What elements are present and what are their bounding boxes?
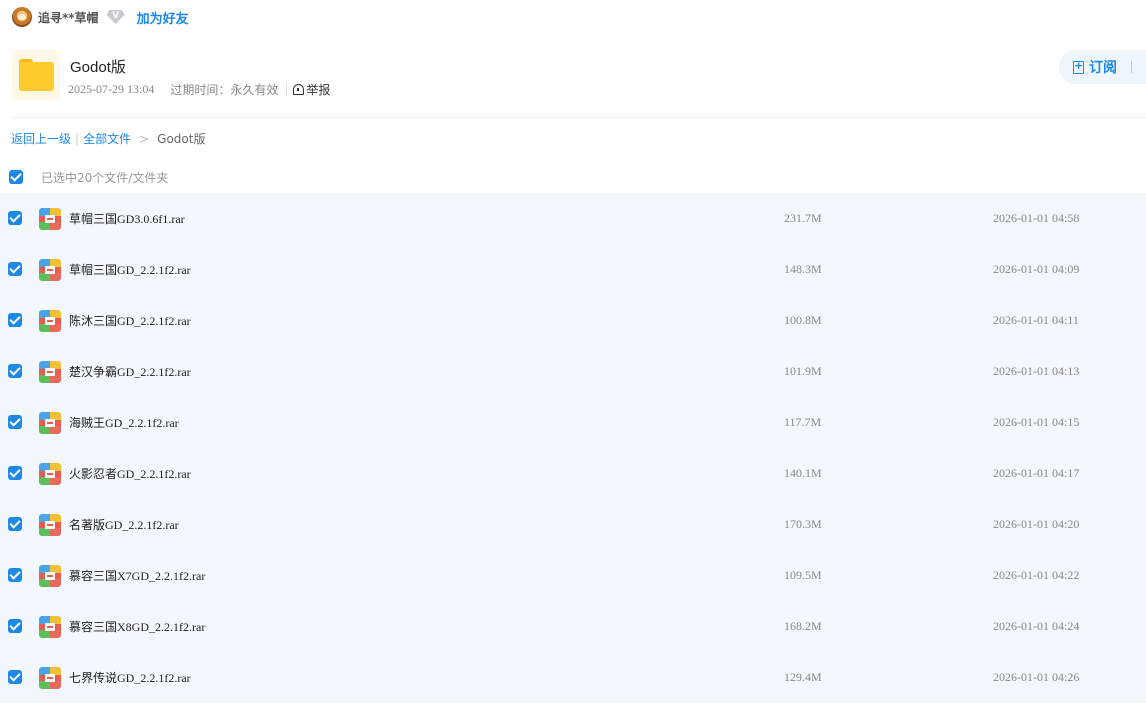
file-name[interactable]: 慕容三国X7GD_2.2.1f2.rar bbox=[69, 567, 205, 584]
row-checkbox[interactable] bbox=[8, 568, 22, 582]
file-size: 148.3M bbox=[784, 262, 822, 276]
file-name[interactable]: 楚汉争霸GD_2.2.1f2.rar bbox=[69, 363, 191, 380]
breadcrumb-current: Godot版 bbox=[157, 132, 206, 146]
file-size: 140.1M bbox=[784, 466, 822, 480]
rar-archive-icon bbox=[39, 667, 61, 689]
row-checkbox[interactable] bbox=[8, 466, 22, 480]
file-name[interactable]: 海贼王GD_2.2.1f2.rar bbox=[69, 414, 179, 431]
file-time: 2026-01-01 04:11 bbox=[993, 313, 1079, 327]
select-all-bar: 已选中20个文件/文件夹 bbox=[9, 166, 168, 188]
rar-archive-icon bbox=[39, 565, 61, 587]
rar-archive-icon bbox=[39, 514, 61, 536]
file-time: 2026-01-01 04:13 bbox=[993, 364, 1080, 378]
file-time: 2026-01-01 04:22 bbox=[993, 568, 1080, 582]
vip-diamond-icon: V bbox=[106, 10, 125, 24]
file-size: 170.3M bbox=[784, 517, 822, 531]
row-checkbox[interactable] bbox=[8, 262, 22, 276]
row-checkbox[interactable] bbox=[8, 211, 22, 225]
file-row[interactable]: 草帽三国GD_2.2.1f2.rar 148.3M 2026-01-01 04:… bbox=[0, 244, 1146, 295]
rar-archive-icon bbox=[39, 361, 61, 383]
file-size: 231.7M bbox=[784, 211, 822, 225]
file-row[interactable]: 楚汉争霸GD_2.2.1f2.rar 101.9M 2026-01-01 04:… bbox=[0, 346, 1146, 397]
share-meta: 2025-07-29 13:04 过期时间：永久有效 举报 bbox=[68, 81, 330, 98]
file-row[interactable]: 海贼王GD_2.2.1f2.rar 117.7M 2026-01-01 04:1… bbox=[0, 397, 1146, 448]
file-time: 2026-01-01 04:24 bbox=[993, 619, 1080, 633]
user-avatar[interactable] bbox=[12, 7, 32, 27]
file-row[interactable]: 名著版GD_2.2.1f2.rar 170.3M 2026-01-01 04:2… bbox=[0, 499, 1146, 550]
subscribe-divider bbox=[1131, 61, 1132, 73]
rar-archive-icon bbox=[39, 208, 61, 230]
subscribe-label: 订阅 bbox=[1089, 60, 1117, 76]
file-time: 2026-01-01 04:26 bbox=[993, 670, 1080, 684]
rar-archive-icon bbox=[39, 310, 61, 332]
all-files-link[interactable]: 全部文件 bbox=[83, 130, 131, 147]
row-checkbox[interactable] bbox=[8, 364, 22, 378]
share-expire: 过期时间：永久有效 bbox=[170, 83, 279, 97]
breadcrumb-separator: > bbox=[139, 131, 150, 146]
meta-divider bbox=[286, 83, 288, 96]
file-time: 2026-01-01 04:58 bbox=[993, 211, 1080, 225]
file-size: 168.2M bbox=[784, 619, 822, 633]
file-time: 2026-01-01 04:15 bbox=[993, 415, 1080, 429]
file-name[interactable]: 火影忍者GD_2.2.1f2.rar bbox=[69, 465, 191, 482]
file-row[interactable]: 火影忍者GD_2.2.1f2.rar 140.1M 2026-01-01 04:… bbox=[0, 448, 1146, 499]
share-date: 2025-07-29 13:04 bbox=[68, 82, 155, 96]
report-button[interactable]: 举报 bbox=[293, 81, 330, 98]
user-name[interactable]: 追寻**草帽 bbox=[38, 9, 99, 26]
file-name[interactable]: 陈沐三国GD_2.2.1f2.rar bbox=[69, 312, 191, 329]
file-row[interactable]: 慕容三国X7GD_2.2.1f2.rar 109.5M 2026-01-01 0… bbox=[0, 550, 1146, 601]
selection-count: 已选中20个文件/文件夹 bbox=[41, 170, 169, 185]
file-size: 100.8M bbox=[784, 313, 822, 327]
file-name[interactable]: 七界传说GD_2.2.1f2.rar bbox=[69, 669, 191, 686]
user-bar: 追寻**草帽 V 加为好友 bbox=[12, 6, 189, 28]
folder-icon bbox=[12, 50, 60, 100]
breadcrumb: 返回上一级 | 全部文件 > Godot版 bbox=[11, 130, 205, 147]
rar-archive-icon bbox=[39, 412, 61, 434]
file-name[interactable]: 慕容三国X8GD_2.2.1f2.rar bbox=[69, 618, 205, 635]
share-title: Godot版 bbox=[70, 59, 126, 76]
row-checkbox[interactable] bbox=[8, 415, 22, 429]
share-header: Godot版 2025-07-29 13:04 过期时间：永久有效 举报 bbox=[12, 50, 1146, 100]
file-name[interactable]: 名著版GD_2.2.1f2.rar bbox=[69, 516, 179, 533]
subscribe-button[interactable]: 订阅 bbox=[1059, 50, 1146, 84]
file-list: 草帽三国GD3.0.6f1.rar 231.7M 2026-01-01 04:5… bbox=[0, 193, 1146, 703]
file-time: 2026-01-01 04:20 bbox=[993, 517, 1080, 531]
file-row[interactable]: 草帽三国GD3.0.6f1.rar 231.7M 2026-01-01 04:5… bbox=[0, 193, 1146, 244]
row-checkbox[interactable] bbox=[8, 313, 22, 327]
file-row[interactable]: 七界传说GD_2.2.1f2.rar 129.4M 2026-01-01 04:… bbox=[0, 652, 1146, 703]
file-row[interactable]: 陈沐三国GD_2.2.1f2.rar 100.8M 2026-01-01 04:… bbox=[0, 295, 1146, 346]
file-size: 109.5M bbox=[784, 568, 822, 582]
file-size: 129.4M bbox=[784, 670, 822, 684]
bookmark-add-icon bbox=[1073, 59, 1084, 74]
report-label: 举报 bbox=[306, 83, 331, 97]
breadcrumb-pipe: | bbox=[75, 131, 80, 146]
add-friend-button[interactable]: 加为好友 bbox=[137, 8, 189, 27]
file-name[interactable]: 草帽三国GD3.0.6f1.rar bbox=[69, 210, 185, 227]
rar-archive-icon bbox=[39, 463, 61, 485]
file-size: 101.9M bbox=[784, 364, 822, 378]
rar-archive-icon bbox=[39, 259, 61, 281]
back-link[interactable]: 返回上一级 bbox=[11, 130, 71, 147]
row-checkbox[interactable] bbox=[8, 670, 22, 684]
header-divider bbox=[12, 117, 1146, 118]
file-name[interactable]: 草帽三国GD_2.2.1f2.rar bbox=[69, 261, 191, 278]
rar-archive-icon bbox=[39, 616, 61, 638]
file-time: 2026-01-01 04:09 bbox=[993, 262, 1080, 276]
row-checkbox[interactable] bbox=[8, 517, 22, 531]
file-time: 2026-01-01 04:17 bbox=[993, 466, 1080, 480]
file-size: 117.7M bbox=[784, 415, 822, 429]
row-checkbox[interactable] bbox=[8, 619, 22, 633]
select-all-checkbox[interactable] bbox=[9, 170, 23, 184]
alarm-icon bbox=[293, 84, 305, 95]
file-row[interactable]: 慕容三国X8GD_2.2.1f2.rar 168.2M 2026-01-01 0… bbox=[0, 601, 1146, 652]
